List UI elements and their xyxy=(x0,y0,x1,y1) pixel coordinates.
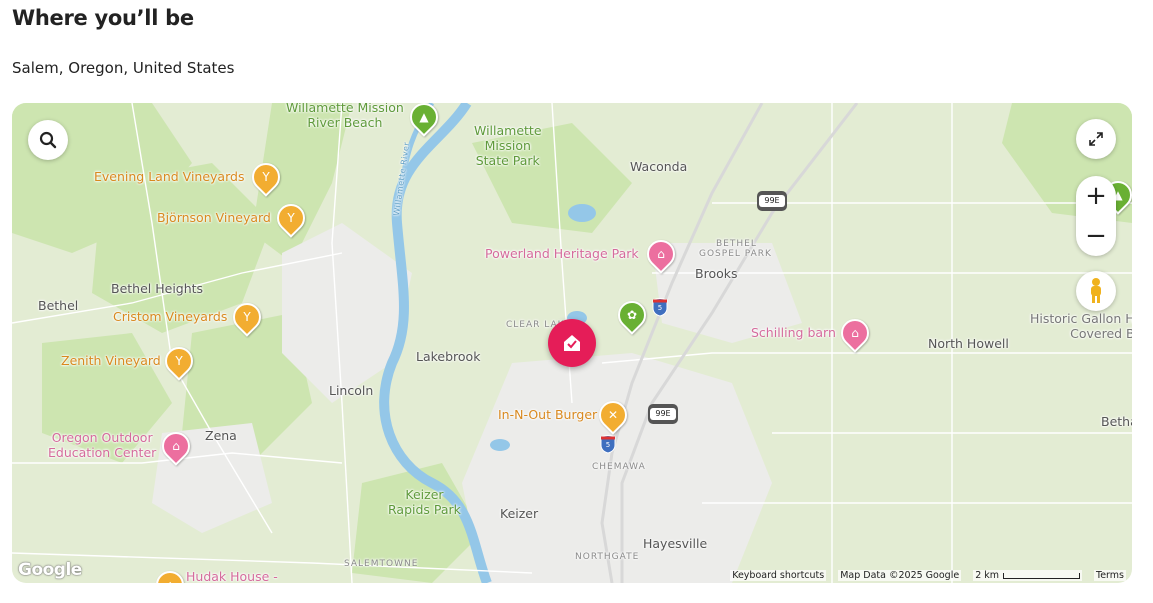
svg-text:5: 5 xyxy=(606,441,610,449)
place-label: Waconda xyxy=(630,159,688,174)
expand-icon xyxy=(1089,132,1103,146)
place-label: Zena xyxy=(205,428,237,443)
place-label: Bethel Heights xyxy=(111,281,204,296)
home-check-icon xyxy=(564,335,580,351)
map-data-text: Map Data ©2025 Google xyxy=(838,570,962,581)
poi-label[interactable]: Oregon Outdoor Education Center xyxy=(48,430,156,460)
map-footer: Keyboard shortcuts Map Data ©2025 Google… xyxy=(730,570,1126,581)
poi-label[interactable]: Keizer Rapids Park xyxy=(388,487,461,517)
poi-label[interactable]: Evening Land Vineyards xyxy=(94,169,244,184)
poi-label[interactable]: Hudak House - xyxy=(186,569,278,583)
map-container[interactable]: Waconda Brooks Bethel Heights Bethel Lak… xyxy=(12,103,1132,583)
listing-location-marker[interactable] xyxy=(548,319,596,367)
fullscreen-button[interactable] xyxy=(1076,119,1116,159)
interstate-shield-icon: 5 xyxy=(652,298,668,317)
place-label: Keizer xyxy=(500,506,539,521)
zoom-out-button[interactable]: − xyxy=(1076,216,1116,256)
svg-text:5: 5 xyxy=(658,304,662,312)
place-label: Betha xyxy=(1101,414,1132,429)
place-label: Lakebrook xyxy=(416,349,481,364)
section-title: Where you’ll be xyxy=(12,6,194,30)
poi-label[interactable]: Powerland Heritage Park xyxy=(485,246,639,261)
neighborhood-label: GOSPEL PARK xyxy=(699,249,772,259)
scale-bar[interactable]: 2 km xyxy=(973,570,1083,581)
poi-label[interactable]: Schilling barn xyxy=(751,325,836,340)
neighborhood-label: BETHEL xyxy=(716,239,757,249)
poi-label[interactable]: Willamette Mission State Park xyxy=(474,123,542,168)
highway-shield-icon: 99E xyxy=(757,191,787,211)
place-label: North Howell xyxy=(928,336,1009,351)
search-icon xyxy=(39,131,57,149)
neighborhood-label: CHEMAWA xyxy=(592,462,646,472)
poi-label[interactable]: In-N-Out Burger xyxy=(498,407,597,422)
zoom-in-button[interactable]: + xyxy=(1076,176,1116,216)
location-text: Salem, Oregon, United States xyxy=(12,59,235,77)
street-view-icon xyxy=(1091,278,1101,303)
neighborhood-label: SALEMTOWNE xyxy=(344,559,419,569)
place-label: Bethel xyxy=(38,298,79,313)
poi-label[interactable]: Cristom Vineyards xyxy=(113,309,227,324)
terms-link[interactable]: Terms xyxy=(1094,570,1126,581)
interstate-shield-icon: 5 xyxy=(600,435,616,454)
keyboard-shortcuts-link[interactable]: Keyboard shortcuts xyxy=(730,570,827,581)
google-logo: Google xyxy=(18,560,82,580)
poi-label[interactable]: Historic Gallon H Covered B xyxy=(1030,311,1132,341)
place-label: Hayesville xyxy=(643,536,708,551)
place-label: Lincoln xyxy=(329,383,374,398)
street-view-button[interactable] xyxy=(1076,271,1116,311)
neighborhood-label: NORTHGATE xyxy=(575,552,640,562)
map-search-button[interactable] xyxy=(28,120,68,160)
poi-label[interactable]: Zenith Vineyard xyxy=(61,353,161,368)
highway-shield-icon: 99E xyxy=(648,404,678,424)
poi-label[interactable]: Björnson Vineyard xyxy=(157,210,271,225)
place-label: Brooks xyxy=(695,266,738,281)
poi-label[interactable]: Willamette Mission River Beach xyxy=(286,103,404,130)
zoom-controls: + − xyxy=(1076,176,1116,256)
